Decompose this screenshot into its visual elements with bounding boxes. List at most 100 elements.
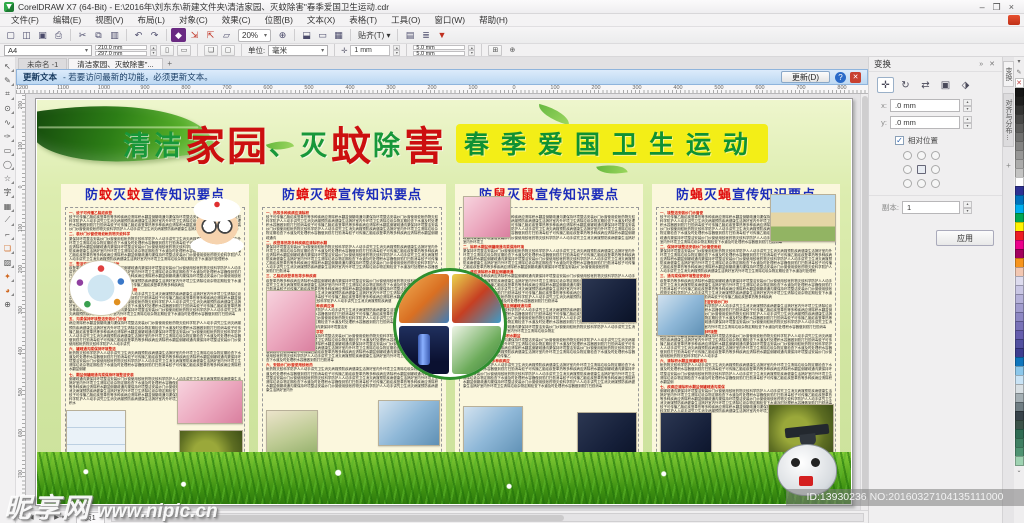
anchor-point-grid[interactable] xyxy=(903,151,1002,191)
page-width-field[interactable]: 210.0 mm xyxy=(95,45,147,50)
color-eyedropper-tool[interactable]: ✦ xyxy=(1,269,15,283)
export-button[interactable]: ⇱ xyxy=(203,28,218,42)
current-page-button[interactable]: ▢ xyxy=(221,45,235,56)
page-size-preset-select[interactable]: A4▾ xyxy=(4,45,92,56)
drop-shadow-tool[interactable]: ❏ xyxy=(1,241,15,255)
transparency-tool[interactable]: ▨ xyxy=(1,255,15,269)
copies-spinner[interactable]: ▴▾ xyxy=(963,201,972,214)
shape-tool[interactable]: ✎ xyxy=(1,73,15,87)
menu-窗口(W)[interactable]: 窗口(W) xyxy=(427,14,472,27)
publish-pdf-button[interactable]: ▱ xyxy=(219,28,234,42)
anchor-point[interactable] xyxy=(931,151,940,160)
menu-布局(L)[interactable]: 布局(L) xyxy=(131,14,172,27)
open-button[interactable]: ◫ xyxy=(19,28,34,42)
y-spinner[interactable]: ▴▾ xyxy=(963,116,972,129)
duplicate-y-field[interactable]: 5.0 mm xyxy=(413,51,465,56)
interactive-fill-tool[interactable]: ◕ xyxy=(1,283,15,297)
close-button[interactable]: × xyxy=(1009,2,1014,12)
menu-位图(B)[interactable]: 位图(B) xyxy=(258,14,300,27)
vertical-ruler[interactable]: 2001000100200300400500600700 xyxy=(16,94,26,510)
all-pages-button[interactable]: ❏ xyxy=(204,45,218,56)
palette-scroll-down-icon[interactable]: ⌄ xyxy=(1016,467,1021,474)
crop-tool[interactable]: ⌗ xyxy=(1,87,15,101)
redo-button[interactable]: ↷ xyxy=(147,28,162,42)
size-transform-button[interactable]: ▣ xyxy=(937,77,954,93)
anchor-point[interactable] xyxy=(917,151,926,160)
y-position-field[interactable]: .0 mm xyxy=(890,116,960,129)
anchor-point[interactable] xyxy=(917,165,926,174)
text-tool[interactable]: 字 xyxy=(1,185,15,199)
horizontal-scrollbar[interactable] xyxy=(111,513,864,522)
help-icon[interactable]: ? xyxy=(835,72,846,83)
docker-button[interactable]: ≣ xyxy=(418,28,433,42)
import-button[interactable]: ⇲ xyxy=(187,28,202,42)
zoom-level-select[interactable]: 20%▾ xyxy=(238,29,271,42)
anchor-point[interactable] xyxy=(917,179,926,188)
skew-transform-button[interactable]: ⬗ xyxy=(957,77,974,93)
polygon-tool[interactable]: ☆ xyxy=(1,171,15,185)
save-button[interactable]: ▣ xyxy=(35,28,50,42)
show-rulers-button[interactable]: ▭ xyxy=(315,28,330,42)
add-docker-button[interactable]: + xyxy=(1006,161,1011,170)
nudge-offset-field[interactable]: 1 mm xyxy=(350,45,390,56)
update-text-button[interactable]: 更新(D) xyxy=(781,71,830,83)
drawing-canvas[interactable]: 清洁家园、灭蚊除害春季爱国卫生运动 防蚊灭蚊宣传知识要点一、蚊子可传播乙脑疟疾登… xyxy=(26,94,860,510)
portrait-button[interactable]: ▯ xyxy=(160,45,174,56)
anchor-point[interactable] xyxy=(931,179,940,188)
page-size-spinner[interactable]: ▴▾ xyxy=(150,45,157,56)
copy-button[interactable]: ⧉ xyxy=(91,28,106,42)
scale-mirror-transform-button[interactable]: ⇄ xyxy=(917,77,934,93)
vertical-scrollbar[interactable] xyxy=(860,94,868,510)
nudge-spinner[interactable]: ▴▾ xyxy=(393,45,400,56)
menu-视图(V)[interactable]: 视图(V) xyxy=(88,14,130,27)
snap-to-button[interactable]: 贴齐(T) ▾ xyxy=(355,30,393,41)
landscape-button[interactable]: ▭ xyxy=(177,45,191,56)
cut-button[interactable]: ✂ xyxy=(75,28,90,42)
docker-close-icon[interactable]: ✕ xyxy=(989,61,997,68)
search-content-button[interactable]: ◆ xyxy=(171,28,186,42)
customize-propbar-button[interactable]: ⊕ xyxy=(505,45,519,56)
x-position-field[interactable]: .0 mm xyxy=(890,99,960,112)
relative-position-checkbox[interactable]: ✓ 相对位置 xyxy=(869,131,1002,148)
fullscreen-preview-button[interactable]: ⬓ xyxy=(299,28,314,42)
pick-tool[interactable]: ↖ xyxy=(1,59,15,73)
docker-side-tab[interactable]: 变换 xyxy=(1003,61,1014,87)
table-tool[interactable]: ▦ xyxy=(1,199,15,213)
treat-as-filled-button[interactable]: ⊞ xyxy=(488,45,502,56)
zoom-tool-button[interactable]: ⊕ xyxy=(275,28,290,42)
copies-field[interactable]: 1 xyxy=(902,201,960,214)
docker-collapse-icon[interactable]: » xyxy=(979,61,985,68)
duplicate-spinner[interactable]: ▴▾ xyxy=(468,45,475,56)
show-grid-button[interactable]: ▦ xyxy=(331,28,346,42)
menu-文件(F)[interactable]: 文件(F) xyxy=(4,14,46,27)
anchor-point[interactable] xyxy=(903,179,912,188)
palette-tool-icon[interactable]: ▾ xyxy=(1017,57,1020,68)
document-tab[interactable]: 未命名 -1 xyxy=(18,58,67,69)
menu-效果(C)[interactable]: 效果(C) xyxy=(215,14,258,27)
connector-tool[interactable]: ⌐ xyxy=(1,227,15,241)
restore-button[interactable]: ❐ xyxy=(993,2,1001,12)
paste-button[interactable]: ▥ xyxy=(107,28,122,42)
menu-文本(X)[interactable]: 文本(X) xyxy=(300,14,342,27)
dimension-tool[interactable]: ⟋ xyxy=(1,213,15,227)
new-document-button[interactable]: ▢ xyxy=(3,28,18,42)
artistic-media-tool[interactable]: ✑ xyxy=(1,129,15,143)
ellipse-tool[interactable]: ◯ xyxy=(1,157,15,171)
menu-帮助(H)[interactable]: 帮助(H) xyxy=(472,14,515,27)
rotate-transform-button[interactable]: ↻ xyxy=(897,77,914,93)
color-swatch[interactable] xyxy=(1015,456,1024,466)
rectangle-tool[interactable]: ▭ xyxy=(1,143,15,157)
add-document-tab-button[interactable]: + xyxy=(164,58,176,69)
options-button[interactable]: ▤ xyxy=(402,28,417,42)
anchor-point[interactable] xyxy=(903,165,912,174)
infobar-close-icon[interactable]: ✕ xyxy=(850,72,861,83)
undo-button[interactable]: ↶ xyxy=(131,28,146,42)
no-color-swatch[interactable] xyxy=(1015,78,1024,88)
apply-button[interactable]: 应用 xyxy=(936,230,994,246)
menu-编辑(E)[interactable]: 编辑(E) xyxy=(46,14,88,27)
x-spinner[interactable]: ▴▾ xyxy=(963,99,972,112)
menu-工具(O)[interactable]: 工具(O) xyxy=(384,14,427,27)
menubar-launcher-icon[interactable] xyxy=(1008,15,1020,25)
menu-表格(T)[interactable]: 表格(T) xyxy=(342,14,384,27)
anchor-point[interactable] xyxy=(903,151,912,160)
